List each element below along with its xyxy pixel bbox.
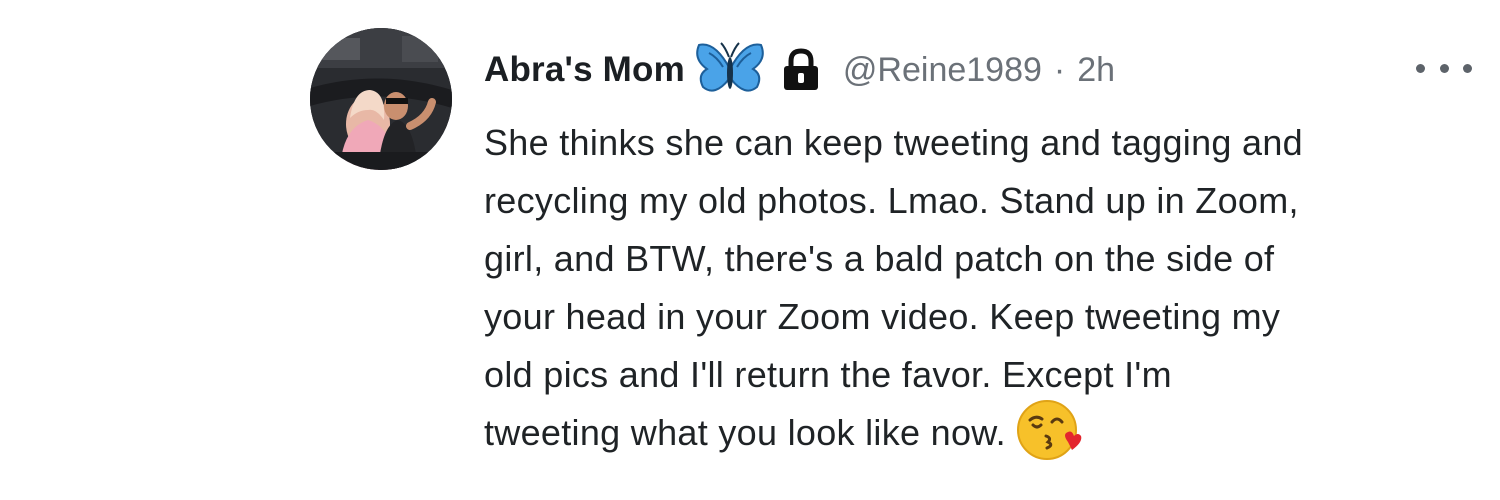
butterfly-icon (695, 39, 765, 101)
timestamp[interactable]: 2h (1077, 51, 1115, 90)
avatar-photo (310, 28, 452, 170)
tweet-text-container: She thinks she can keep tweeting and tag… (484, 114, 1494, 462)
lock-icon (781, 48, 821, 92)
tweet-text: She thinks she can keep tweeting and tag… (484, 122, 1303, 453)
display-name[interactable]: Abra's Mom (484, 50, 685, 90)
more-horizontal-icon (1463, 63, 1472, 73)
tweet[interactable]: Abra's Mom @Reine1989 · 2h She thinks sh… (306, 22, 1486, 482)
more-options-button[interactable] (1416, 54, 1472, 82)
handle[interactable]: @Reine1989 (843, 51, 1042, 90)
tweet-header: Abra's Mom @Reine1989 · 2h (484, 38, 1115, 102)
more-horizontal-icon (1416, 63, 1425, 73)
avatar[interactable] (310, 28, 452, 170)
more-horizontal-icon (1439, 63, 1449, 73)
separator: · (1053, 50, 1066, 89)
face-blowing-a-kiss-icon (1016, 396, 1082, 462)
screenshot: Abra's Mom @Reine1989 · 2h She thinks sh… (0, 0, 1500, 500)
